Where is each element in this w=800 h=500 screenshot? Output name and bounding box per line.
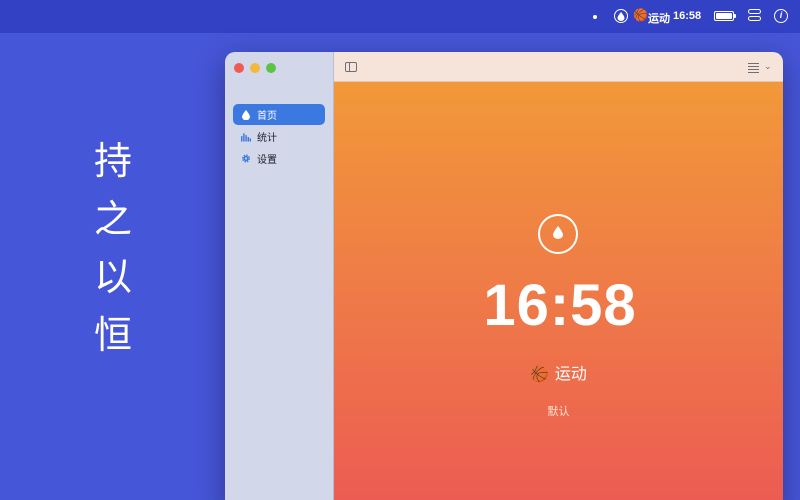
slogan-char: 恒 [93, 315, 132, 357]
main-pane: ⌄ 16:58 🏀 运动 默认 [334, 52, 783, 500]
menubar-activity-label[interactable]: 运动 [648, 10, 670, 26]
zoom-button[interactable] [266, 63, 276, 73]
reminder-content: 16:58 🏀 运动 默认 [334, 82, 783, 500]
info-icon[interactable]: i [774, 9, 788, 23]
toolbar: ⌄ [334, 52, 783, 82]
sidebar-item-label: 首页 [257, 111, 277, 122]
activity-label: 运动 [554, 366, 587, 383]
close-button[interactable] [234, 63, 244, 73]
status-dot-icon[interactable] [593, 15, 597, 19]
default-label[interactable]: 默认 [334, 403, 783, 419]
slogan-char: 以 [93, 257, 132, 299]
bar-chart-icon [241, 131, 251, 143]
sidebar-toggle-icon[interactable] [345, 62, 357, 72]
gear-icon [241, 153, 251, 165]
current-time: 16:58 [483, 273, 637, 338]
activity-row: 🏀 运动 [334, 360, 783, 384]
minimize-button[interactable] [250, 63, 260, 73]
menubar-clock[interactable]: 16:58 [673, 10, 701, 22]
battery-icon[interactable] [714, 11, 736, 21]
sidebar-item-stats[interactable]: 统计 [233, 126, 325, 147]
sidebar: 首页 统计 设置 [225, 52, 334, 500]
sidebar-item-settings[interactable]: 设置 [233, 148, 325, 169]
menu-bar: 🏀 运动 16:58 i [0, 0, 800, 33]
sidebar-item-home[interactable]: 首页 [233, 104, 325, 125]
drop-icon [241, 109, 251, 121]
drop-icon [538, 214, 578, 254]
sidebar-item-label: 设置 [257, 155, 277, 166]
sidebar-item-label: 统计 [257, 133, 277, 144]
drop-icon[interactable] [614, 9, 628, 23]
slogan-char: 之 [93, 199, 132, 241]
basketball-icon: 🏀 [530, 366, 549, 383]
control-center-icon[interactable] [748, 9, 761, 22]
chevron-down-icon: ⌄ [764, 61, 772, 71]
app-window: 首页 统计 设置 ⌄ 16:58 🏀 运动 默认 [225, 52, 783, 500]
list-menu-button[interactable]: ⌄ [748, 61, 774, 74]
slogan: 持 之 以 恒 [93, 133, 133, 365]
basketball-icon[interactable]: 🏀 [633, 8, 648, 22]
slogan-char: 持 [93, 141, 132, 183]
